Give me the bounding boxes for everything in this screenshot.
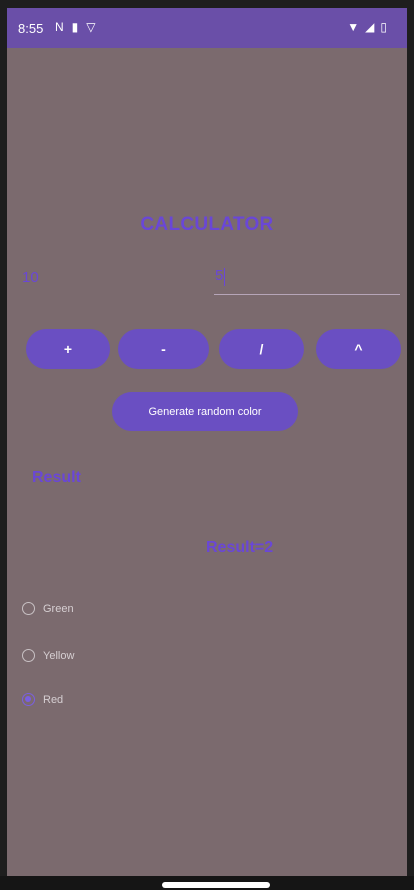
subtract-button[interactable]: -	[118, 329, 209, 369]
number-input-2-value: 5	[215, 267, 224, 284]
radio-label: Red	[43, 693, 64, 706]
device-frame-right	[407, 0, 414, 890]
home-gesture-handle[interactable]	[162, 882, 270, 888]
number-input-2[interactable]: 5	[214, 264, 400, 295]
radio-button-icon	[22, 602, 35, 615]
notification-n-icon: N	[55, 20, 64, 34]
status-icons-left: N ▮ ▽	[55, 20, 96, 34]
lock-icon: ▮	[71, 20, 79, 34]
status-bar: 8:55 N ▮ ▽ ▼ ◢ ▯	[7, 8, 407, 48]
page-title: CALCULATOR	[140, 214, 274, 235]
number-input-1[interactable]: 10	[22, 269, 202, 295]
signal-icon: ◢	[365, 20, 375, 34]
result-value: Result=2	[206, 539, 274, 556]
radio-button-icon	[22, 649, 35, 662]
wifi-icon: ▼	[347, 20, 360, 34]
generate-random-color-button[interactable]: Generate random color	[112, 392, 298, 431]
power-button[interactable]: ^	[316, 329, 401, 369]
radio-green[interactable]: Green	[22, 602, 74, 615]
device-frame-left	[0, 0, 7, 890]
divide-button[interactable]: /	[219, 329, 304, 369]
radio-yellow[interactable]: Yellow	[22, 649, 74, 662]
radio-red[interactable]: Red	[22, 693, 63, 706]
status-icons-right: ▼ ◢ ▯	[347, 20, 387, 34]
app-screen: 8:55 N ▮ ▽ ▼ ◢ ▯ CALCULATOR 10 5 + - / ^…	[7, 8, 407, 876]
device-frame-top	[0, 0, 414, 8]
status-time: 8:55	[18, 21, 44, 36]
radio-label: Yellow	[43, 649, 75, 662]
radio-button-checked-icon	[22, 693, 35, 706]
filter-icon: ▽	[86, 20, 96, 34]
text-caret	[224, 268, 225, 286]
battery-icon: ▯	[380, 20, 387, 34]
result-label: Result	[32, 469, 81, 486]
add-button[interactable]: +	[26, 329, 110, 369]
radio-label: Green	[43, 602, 74, 615]
